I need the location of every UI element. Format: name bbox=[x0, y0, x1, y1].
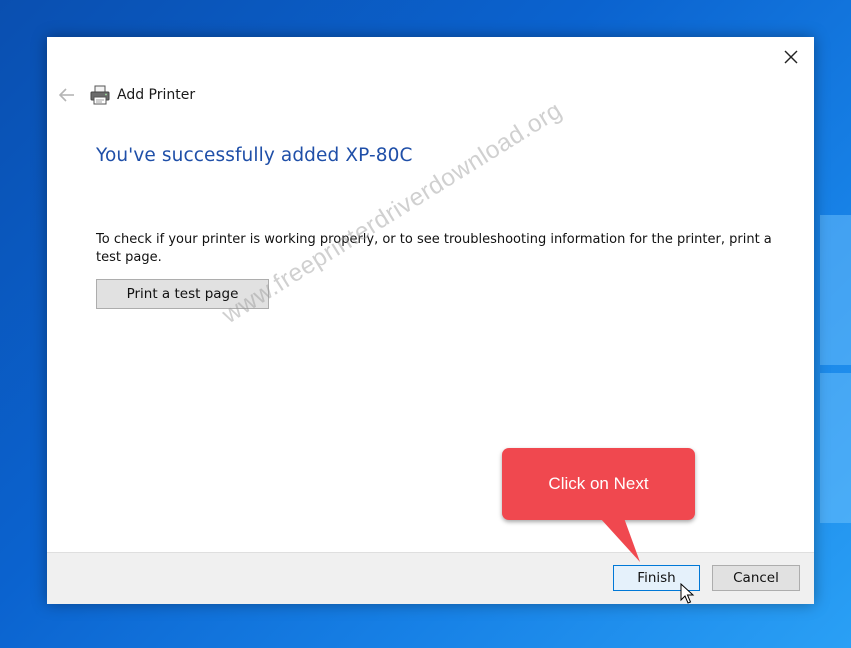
printer-icon bbox=[90, 85, 110, 105]
dialog-title: Add Printer bbox=[117, 87, 196, 103]
dialog-header: Add Printer bbox=[57, 81, 195, 109]
mouse-cursor-icon bbox=[680, 583, 695, 604]
instructions-text: To check if your printer is working prop… bbox=[96, 232, 772, 265]
desktop-logo-tile bbox=[820, 215, 851, 365]
title-bar bbox=[47, 37, 814, 77]
back-arrow-icon bbox=[59, 88, 74, 102]
back-button[interactable] bbox=[57, 85, 77, 105]
close-button[interactable] bbox=[768, 37, 814, 77]
add-printer-dialog: Add Printer You've successfully added XP… bbox=[47, 37, 814, 604]
desktop-logo-tile bbox=[820, 373, 851, 523]
close-icon bbox=[784, 50, 798, 64]
callout-bubble: Click on Next bbox=[502, 448, 695, 520]
callout-text: Click on Next bbox=[548, 474, 649, 493]
callout-pointer bbox=[600, 518, 640, 562]
success-heading: You've successfully added XP-80C bbox=[96, 145, 413, 166]
cancel-button[interactable]: Cancel bbox=[712, 565, 800, 591]
